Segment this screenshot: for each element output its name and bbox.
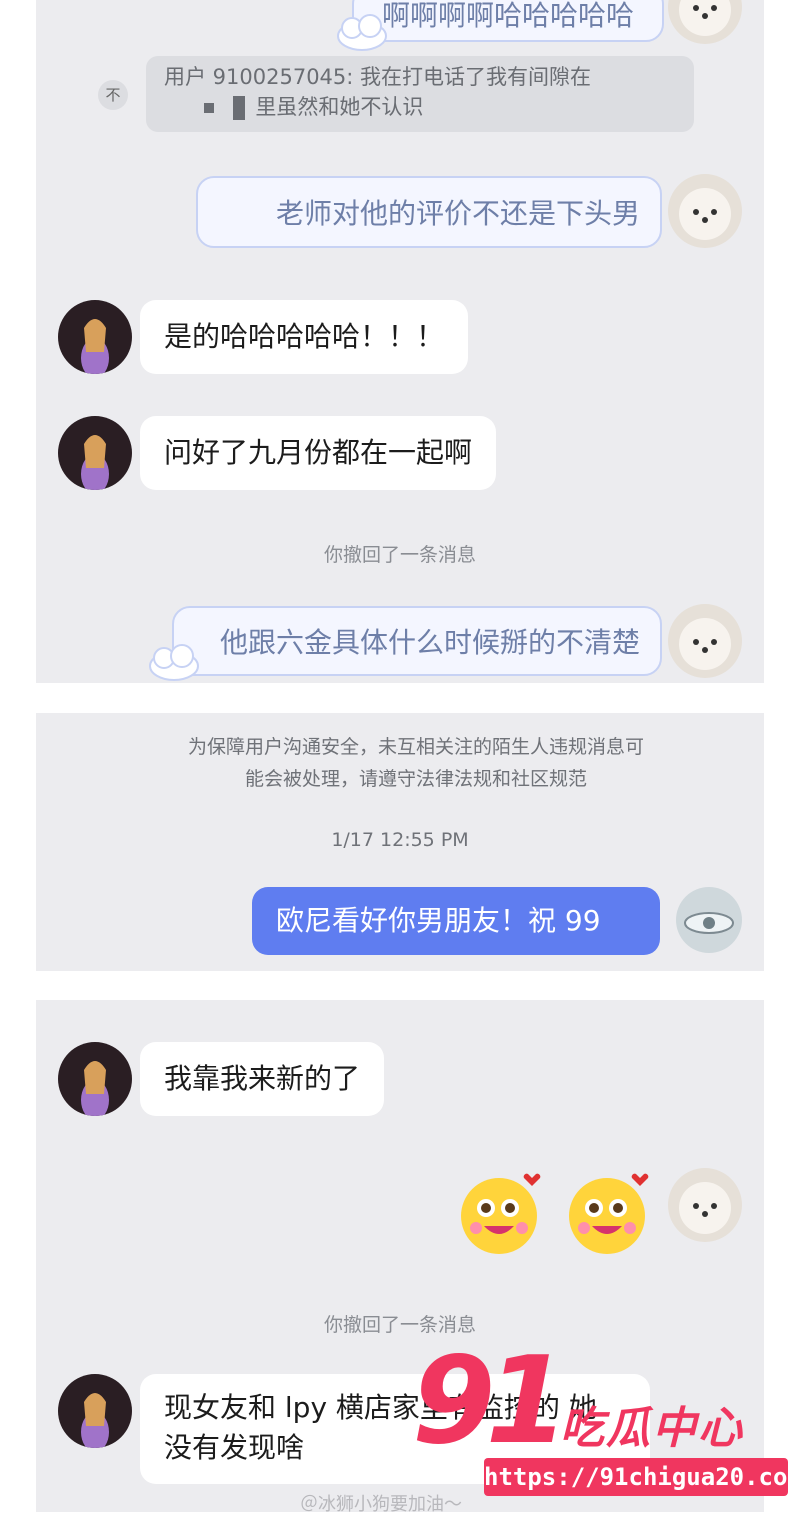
chat-panel-2: 为保障用户沟通安全，未互相关注的陌生人违规消息可 能会被处理，请遵守法律法规和社… xyxy=(36,713,764,971)
censor-block-icon xyxy=(232,96,245,120)
message-text: 是的哈哈哈哈哈！！！ xyxy=(164,320,445,353)
chat-panel-1: 啊啊啊啊哈哈哈哈哈 不 用户 9100257045: 我在打电话了我有间隙在 里… xyxy=(36,0,764,683)
my-avatar-dog[interactable] xyxy=(668,604,742,678)
recall-notice: 你撤回了一条消息 xyxy=(323,544,476,566)
message-text: 他跟六金具体什么时候掰的不清楚 xyxy=(219,626,640,659)
quote-line-1: 用户 9100257045: 我在打电话了我有间隙在 xyxy=(164,65,592,89)
safety-notice: 为保障用户沟通安全，未互相关注的陌生人违规消息可 能会被处理，请遵守法律法规和社… xyxy=(136,731,696,795)
contact-avatar[interactable] xyxy=(58,1042,132,1116)
contact-avatar[interactable] xyxy=(58,300,132,374)
watermark-url: https://91chigua20.com xyxy=(484,1458,800,1496)
notice-line-1: 为保障用户沟通安全，未互相关注的陌生人违规消息可 xyxy=(187,736,644,758)
cloud-decoration-icon xyxy=(337,14,387,51)
heart-eyes-emoji-icon[interactable] xyxy=(454,1168,544,1258)
quote-line-2: 里虽然和她不认识 xyxy=(255,95,424,119)
my-avatar-dog[interactable] xyxy=(668,174,742,248)
weibo-watermark: ＠冰狮小狗要加油～ xyxy=(300,1494,462,1515)
cloud-bubble-2[interactable]: 他跟六金具体什么时候掰的不清楚 xyxy=(172,606,662,676)
my-avatar-dog[interactable] xyxy=(668,1168,742,1242)
my-avatar-eye[interactable] xyxy=(676,887,742,953)
contact-avatar[interactable] xyxy=(58,416,132,490)
recall-notice: 你撤回了一条消息 xyxy=(323,1314,476,1336)
message-bubble-outgoing[interactable]: 欧尼看好你男朋友！祝 99 xyxy=(252,887,660,955)
message-text: 问好了九月份都在一起啊 xyxy=(164,436,473,469)
watermark-logo-number: 91 xyxy=(412,1332,569,1471)
message-text: 欧尼看好你男朋友！祝 99 xyxy=(276,904,601,937)
quote-line-2-wrap: 里虽然和她不认识 xyxy=(164,92,676,122)
notice-line-2: 能会被处理，请遵守法律法规和社区规范 xyxy=(244,768,587,790)
contact-avatar[interactable] xyxy=(58,1374,132,1448)
cloud-bubble-1[interactable]: 老师对他的评价不还是下头男 xyxy=(196,176,662,248)
message-bubble-incoming[interactable]: 问好了九月份都在一起啊 xyxy=(140,416,497,490)
cloud-decoration-icon xyxy=(149,644,199,681)
watermark-brand: 吃瓜中心 xyxy=(560,1403,744,1454)
my-avatar-dog[interactable] xyxy=(668,0,742,44)
quoted-message[interactable]: 用户 9100257045: 我在打电话了我有间隙在 里虽然和她不认识 xyxy=(146,56,694,132)
message-bubble-incoming[interactable]: 我靠我来新的了 xyxy=(140,1042,385,1116)
timestamp: 1/17 12:55 PM xyxy=(331,829,469,851)
heart-eyes-emoji-icon[interactable] xyxy=(562,1168,652,1258)
censor-block-icon xyxy=(204,103,214,113)
cloud-bubble-top[interactable]: 啊啊啊啊哈哈哈哈哈 xyxy=(352,0,664,42)
message-text: 老师对他的评价不还是下头男 xyxy=(275,197,640,230)
message-text: 啊啊啊啊哈哈哈哈哈 xyxy=(381,0,634,32)
message-bubble-incoming[interactable]: 是的哈哈哈哈哈！！！ xyxy=(140,300,469,374)
quote-icon[interactable]: 不 xyxy=(98,80,128,110)
message-text: 我靠我来新的了 xyxy=(164,1062,361,1095)
